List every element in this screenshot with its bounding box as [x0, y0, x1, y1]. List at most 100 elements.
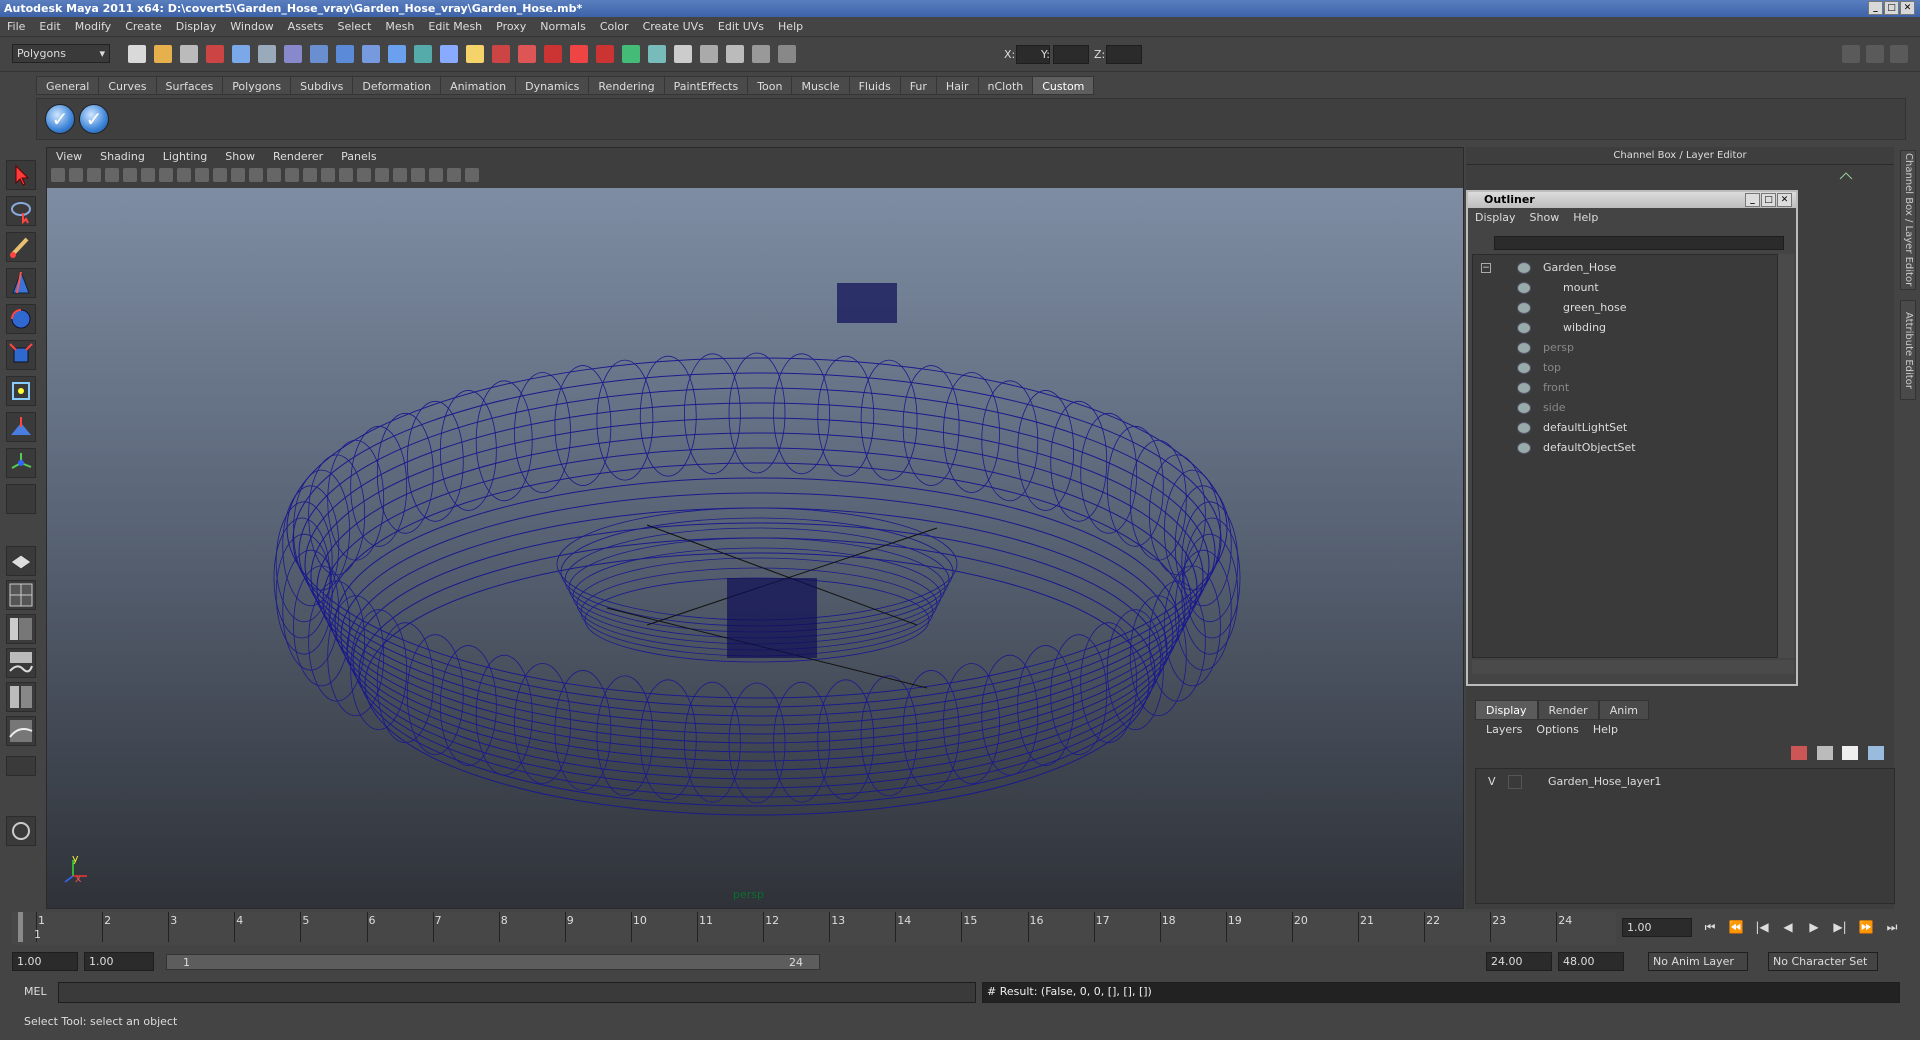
- play-backward-icon[interactable]: ◀: [1778, 920, 1798, 934]
- layer-visibility-toggle[interactable]: V: [1488, 775, 1496, 788]
- menu-edit-uvs[interactable]: Edit UVs: [711, 17, 771, 37]
- collapse-toggle-icon[interactable]: −: [1481, 263, 1491, 273]
- status-tool-icon-1[interactable]: [128, 45, 146, 63]
- viewport-tool-icon-8[interactable]: [177, 168, 191, 182]
- status-tool-icon-22[interactable]: [674, 45, 692, 63]
- range-slider[interactable]: 1 24: [166, 954, 820, 970]
- outliner-item-garden-hose[interactable]: Garden_Hose: [1473, 259, 1773, 277]
- menu-create-uvs[interactable]: Create UVs: [636, 17, 711, 37]
- outliner-item-wibding[interactable]: wibding: [1473, 319, 1773, 337]
- menu-create[interactable]: Create: [118, 17, 169, 37]
- status-tool-icon-18[interactable]: [570, 45, 588, 63]
- shelf-tab-general[interactable]: General: [36, 76, 100, 95]
- new-layer-icon[interactable]: [1791, 746, 1807, 760]
- shelf-tab-subdivs[interactable]: Subdivs: [290, 76, 354, 95]
- layer-move-down-icon[interactable]: [1867, 746, 1884, 760]
- time-slider[interactable]: 1 2 3 4 5 6 7 8 9 10 11 12 13 14 15 16 17 18 19 20 21 22 23 24 …: [12, 912, 1616, 945]
- channel-box-side-tab[interactable]: Channel Box / Layer Editor: [1900, 150, 1916, 290]
- channel-box-toggle-icon[interactable]: [1842, 45, 1860, 63]
- go-to-start-icon[interactable]: ⏮: [1700, 920, 1720, 935]
- shelf-tab-animation[interactable]: Animation: [440, 76, 517, 95]
- playback-start-field[interactable]: 1.00: [84, 952, 154, 971]
- layer-editor-tab-render[interactable]: Render: [1537, 700, 1599, 720]
- step-back-frame-icon[interactable]: |◀: [1752, 920, 1772, 934]
- outliner-menu-show[interactable]: Show: [1523, 208, 1567, 228]
- shelf-tab-muscle[interactable]: Muscle: [791, 76, 850, 95]
- shelf-tab-curves[interactable]: Curves: [98, 76, 157, 95]
- viewport-tool-icon-12[interactable]: [249, 168, 263, 182]
- shelf-tab-dynamics[interactable]: Dynamics: [515, 76, 590, 95]
- status-tool-icon-8[interactable]: [310, 45, 328, 63]
- status-tool-icon-17[interactable]: [544, 45, 562, 63]
- viewport-tool-icon-3[interactable]: [87, 168, 101, 182]
- status-tool-icon-12[interactable]: [414, 45, 432, 63]
- viewport-tool-icon-11[interactable]: [231, 168, 245, 182]
- layer-editor-menu-options[interactable]: Options: [1529, 720, 1585, 740]
- persp-graph-layout-icon[interactable]: [6, 648, 36, 678]
- shelf-tab-deformation[interactable]: Deformation: [352, 76, 442, 95]
- viewport-menu-shading[interactable]: Shading: [91, 148, 154, 166]
- outliner-item-top[interactable]: top: [1473, 359, 1773, 377]
- shelf-check-button-2[interactable]: ✓: [79, 104, 109, 134]
- viewport-menu-view[interactable]: View: [47, 148, 91, 166]
- status-tool-icon-16[interactable]: [518, 45, 536, 63]
- layout-more-button[interactable]: [6, 756, 36, 776]
- shelf-tab-polygons[interactable]: Polygons: [222, 76, 292, 95]
- shelf-check-button-1[interactable]: ✓: [45, 104, 75, 134]
- status-tool-icon-7[interactable]: [284, 45, 302, 63]
- step-forward-frame-icon[interactable]: ▶|: [1830, 920, 1850, 934]
- new-layer-selected-icon[interactable]: [1816, 746, 1833, 760]
- status-tool-icon-19[interactable]: [596, 45, 614, 63]
- menu-proxy[interactable]: Proxy: [489, 17, 533, 37]
- viewport-tool-icon-10[interactable]: [213, 168, 227, 182]
- viewport-tool-icon-18[interactable]: [357, 168, 371, 182]
- tool-settings-toggle-icon[interactable]: [1890, 45, 1908, 63]
- viewport-tool-icon-7[interactable]: [159, 168, 173, 182]
- end-time-field[interactable]: 48.00: [1558, 952, 1624, 971]
- outliner-menu-help[interactable]: Help: [1566, 208, 1605, 228]
- menu-color[interactable]: Color: [593, 17, 636, 37]
- outliner-item-mount[interactable]: mount: [1473, 279, 1773, 297]
- viewport-tool-icon-15[interactable]: [303, 168, 317, 182]
- shelf-tab-custom[interactable]: Custom: [1032, 76, 1095, 95]
- viewport-tool-icon-24[interactable]: [465, 168, 479, 182]
- menu-normals[interactable]: Normals: [533, 17, 593, 37]
- viewport-menu-lighting[interactable]: Lighting: [154, 148, 216, 166]
- layer-row[interactable]: V Garden_Hose_layer1: [1482, 773, 1882, 791]
- viewport-tool-icon-17[interactable]: [339, 168, 353, 182]
- viewport-tool-icon-16[interactable]: [321, 168, 335, 182]
- status-tool-icon-3[interactable]: [180, 45, 198, 63]
- step-back-key-icon[interactable]: ⏪: [1726, 920, 1746, 934]
- viewport-tool-icon-13[interactable]: [267, 168, 281, 182]
- outliner-menu-display[interactable]: Display: [1468, 208, 1523, 228]
- menu-window[interactable]: Window: [223, 17, 280, 37]
- layer-editor-tab-display[interactable]: Display: [1475, 700, 1538, 720]
- layer-editor-menu-layers[interactable]: Layers: [1479, 720, 1529, 740]
- menu-edit[interactable]: Edit: [32, 17, 67, 37]
- outliner-horizontal-scrollbar[interactable]: [1472, 660, 1794, 674]
- layer-type-toggle[interactable]: [1508, 775, 1522, 789]
- menu-file[interactable]: File: [0, 17, 32, 37]
- anim-layer-dropdown[interactable]: No Anim Layer: [1648, 952, 1748, 971]
- status-tool-icon-5[interactable]: [232, 45, 250, 63]
- viewport-tool-icon-20[interactable]: [393, 168, 407, 182]
- show-manipulator-icon[interactable]: [6, 448, 36, 478]
- outliner-item-front[interactable]: front: [1473, 379, 1773, 397]
- layer-move-up-icon[interactable]: [1842, 746, 1858, 760]
- layer-editor-menu-help[interactable]: Help: [1586, 720, 1625, 740]
- outliner-item-persp[interactable]: persp: [1473, 339, 1773, 357]
- layer-editor-tab-anim[interactable]: Anim: [1598, 700, 1649, 720]
- minimize-button[interactable]: _: [1868, 1, 1883, 15]
- channel-box-icon[interactable]: [1838, 169, 1854, 183]
- status-tool-icon-23[interactable]: [700, 45, 718, 63]
- move-tool-icon[interactable]: [6, 268, 36, 298]
- viewport-tool-icon-6[interactable]: [141, 168, 155, 182]
- status-tool-icon-4[interactable]: [206, 45, 224, 63]
- viewport-tool-icon-23[interactable]: [447, 168, 461, 182]
- viewport-tool-icon-19[interactable]: [375, 168, 389, 182]
- status-tool-icon-13[interactable]: [440, 45, 458, 63]
- shelf-tab-toon[interactable]: Toon: [747, 76, 793, 95]
- menu-mesh[interactable]: Mesh: [378, 17, 421, 37]
- command-input[interactable]: [58, 982, 976, 1003]
- shelf-tab-fur[interactable]: Fur: [899, 76, 937, 95]
